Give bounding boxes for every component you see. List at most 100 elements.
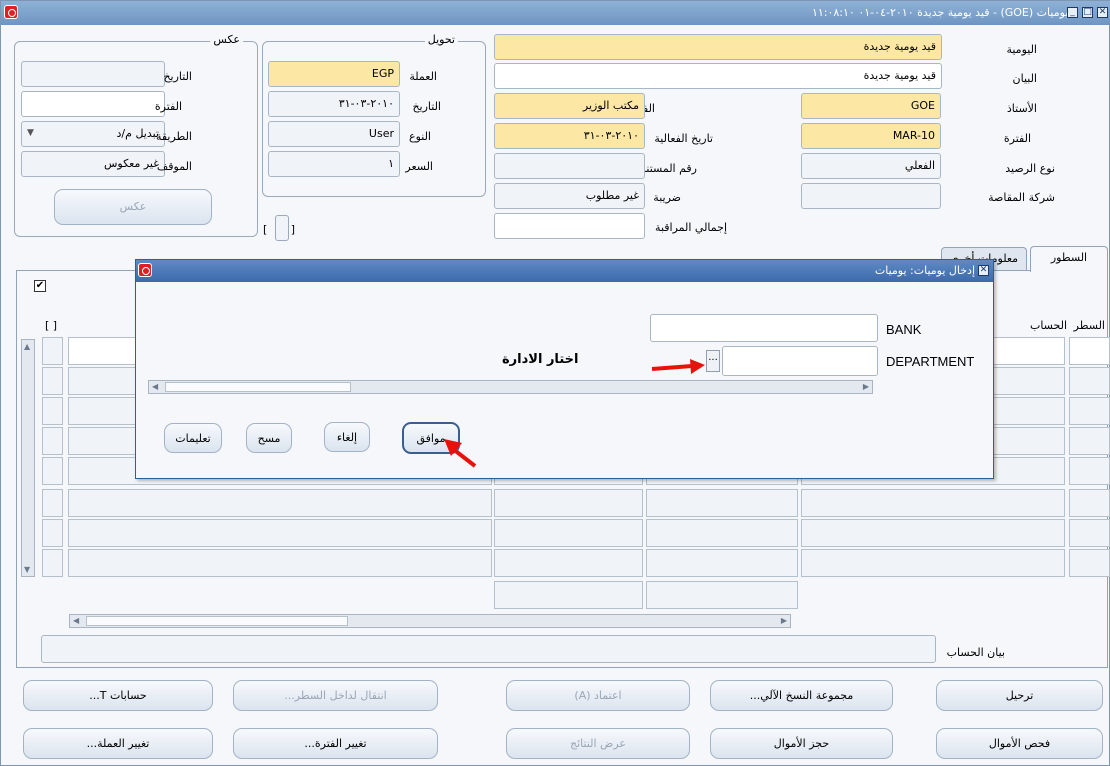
line-cell[interactable] xyxy=(494,549,643,577)
conversion-rate-field[interactable]: ١ xyxy=(268,151,400,177)
scroll-left-icon[interactable]: ◀ xyxy=(73,616,79,625)
row-select-cell[interactable] xyxy=(42,549,63,577)
conversion-title: تحويل xyxy=(424,33,458,46)
window-title: اليوميات (GOE) - قيد يومية جديدة ٢٠١٠-٠٤… xyxy=(811,6,1075,19)
line-cell[interactable] xyxy=(494,519,643,547)
description-field[interactable]: قيد يومية جديدة xyxy=(494,63,942,89)
goto-line-button[interactable]: انتقال لداخل السطر... xyxy=(233,680,438,711)
category-field[interactable]: مكتب الوزير xyxy=(494,93,645,119)
scroll-down-icon[interactable]: ▼ xyxy=(24,565,30,574)
minimize-icon[interactable]: _ xyxy=(1067,7,1078,18)
conversion-date-label: التاريخ xyxy=(412,100,441,113)
view-results-button[interactable]: عرض النتائج xyxy=(506,728,690,759)
row-select-cell[interactable] xyxy=(42,337,63,365)
description-label: البيان xyxy=(1012,72,1037,85)
line-cell[interactable] xyxy=(1069,519,1110,547)
department-field[interactable] xyxy=(722,346,878,376)
line-cell[interactable] xyxy=(1069,397,1110,425)
line-cell[interactable] xyxy=(646,489,798,517)
change-period-button[interactable]: تغيير الفترة... xyxy=(233,728,438,759)
journal-label: اليومية xyxy=(1006,43,1037,56)
line-column-header: السطر xyxy=(1073,319,1105,332)
row-select-cell[interactable] xyxy=(42,367,63,395)
red-arrow-icon xyxy=(444,439,477,468)
line-cell[interactable] xyxy=(646,519,798,547)
scroll-right-icon[interactable]: ▶ xyxy=(863,382,869,391)
change-currency-button[interactable]: تغيير العملة... xyxy=(23,728,213,759)
line-cell[interactable] xyxy=(68,519,492,547)
tax-field[interactable]: غير مطلوب xyxy=(494,183,645,209)
row-select-cell[interactable] xyxy=(42,457,63,485)
autocopy-button[interactable]: مجموعة النسخ الآلي... xyxy=(710,680,893,711)
reverse-status-field[interactable]: غير معكوس xyxy=(21,151,165,177)
row-select-cell[interactable] xyxy=(42,427,63,455)
line-cell[interactable] xyxy=(1069,427,1110,455)
dropdown-arrow-icon[interactable]: ▼ xyxy=(27,128,34,138)
account-description-label: بيان الحساب xyxy=(946,646,1005,659)
line-cell[interactable] xyxy=(1069,489,1110,517)
row-select-cell[interactable] xyxy=(42,519,63,547)
reverse-title: عكس xyxy=(210,33,243,46)
line-cell[interactable] xyxy=(1069,457,1110,485)
balance-type-field[interactable]: الفعلي xyxy=(801,153,941,179)
journal-field[interactable]: قيد يومية جديدة xyxy=(494,34,942,60)
journals-window: اليوميات (GOE) - قيد يومية جديدة ٢٠١٠-٠٤… xyxy=(0,0,1110,766)
scroll-left-icon[interactable]: ◀ xyxy=(152,382,158,391)
period-field[interactable]: MAR-10 xyxy=(801,123,941,149)
bank-field[interactable] xyxy=(650,314,878,342)
reverse-date-label: التاريخ xyxy=(163,70,192,83)
lines-vertical-scrollbar[interactable]: ▲ ▼ xyxy=(21,339,35,577)
scroll-up-icon[interactable]: ▲ xyxy=(24,342,30,351)
clearing-company-field[interactable] xyxy=(801,183,941,209)
approve-button[interactable]: اعتماد (A) xyxy=(506,680,690,711)
maximize-icon[interactable]: □ xyxy=(1082,7,1093,18)
control-total-field[interactable] xyxy=(494,213,645,239)
dialog-close-icon[interactable]: ✕ xyxy=(978,265,989,276)
reverse-period-field[interactable] xyxy=(21,91,165,117)
reverse-date-field[interactable] xyxy=(21,61,165,87)
line-cell[interactable] xyxy=(68,549,492,577)
reverse-status-label: الموقف xyxy=(156,160,192,173)
oracle-logo-icon xyxy=(4,5,18,19)
close-icon[interactable]: ✕ xyxy=(1097,7,1108,18)
line-cell[interactable] xyxy=(801,519,1065,547)
line-cell[interactable] xyxy=(1069,337,1110,365)
t-accounts-button[interactable]: حسابات T... xyxy=(23,680,213,711)
department-lov-button[interactable]: ... xyxy=(706,350,720,372)
row-select-cell[interactable] xyxy=(42,397,63,425)
scroll-right-icon[interactable]: ▶ xyxy=(781,616,787,625)
line-cell[interactable] xyxy=(801,489,1065,517)
scroll-thumb[interactable] xyxy=(86,616,348,626)
choose-department-annotation: اختار الادارة xyxy=(502,352,579,367)
cancel-button[interactable]: إلغاء xyxy=(324,422,370,452)
post-button[interactable]: ترحيل xyxy=(936,680,1103,711)
currency-field[interactable]: EGP xyxy=(268,61,400,87)
period-label: الفترة xyxy=(1003,132,1031,145)
help-button[interactable]: تعليمات xyxy=(164,423,222,453)
line-cell[interactable] xyxy=(646,549,798,577)
line-cell[interactable] xyxy=(1069,549,1110,577)
dialog-horizontal-scrollbar[interactable]: ◀ ▶ xyxy=(148,380,873,394)
line-cell[interactable] xyxy=(68,489,492,517)
reverse-button[interactable]: عكس xyxy=(54,189,212,225)
select-all-checkbox[interactable]: ✔ xyxy=(34,280,46,292)
ledger-field[interactable]: GOE xyxy=(801,93,941,119)
dialog-scroll-thumb[interactable] xyxy=(165,382,351,392)
conversion-type-field[interactable]: User xyxy=(268,121,400,147)
check-funds-button[interactable]: فحص الأموال xyxy=(936,728,1103,759)
reverse-method-select[interactable]: تبديل م/د xyxy=(21,121,165,147)
row-select-cell[interactable] xyxy=(42,489,63,517)
reserve-funds-button[interactable]: حجز الأموال xyxy=(710,728,893,759)
clear-button[interactable]: مسح xyxy=(246,423,292,453)
account-column-header: الحساب xyxy=(1029,319,1067,332)
line-cell[interactable] xyxy=(1069,367,1110,395)
document-number-field[interactable] xyxy=(494,153,645,179)
lines-horizontal-scrollbar[interactable]: ◀ ▶ xyxy=(69,614,791,628)
effective-date-field[interactable]: ٢٠١٠-٠٣-٣١ xyxy=(494,123,645,149)
line-cell[interactable] xyxy=(801,549,1065,577)
line-cell[interactable] xyxy=(494,489,643,517)
tab-lines[interactable]: السطور xyxy=(1030,246,1108,272)
account-description-field[interactable] xyxy=(41,635,936,663)
conversion-date-field[interactable]: ٢٠١٠-٠٣-٣١ xyxy=(268,91,400,117)
document-number-label: رقم المستند xyxy=(640,162,697,175)
